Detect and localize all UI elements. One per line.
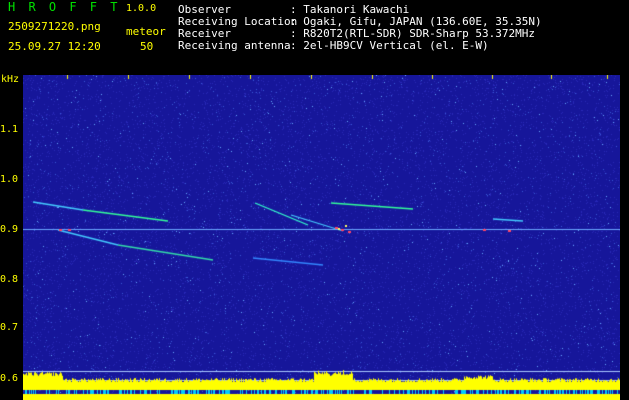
capture-datetime: 25.09.27 12:20 bbox=[8, 40, 101, 53]
y-unit-label: kHz bbox=[1, 74, 20, 85]
y-tick-label: 1.1 bbox=[0, 124, 19, 135]
y-tick-label: 0.6 bbox=[0, 373, 19, 384]
y-tick-label: 1.0 bbox=[0, 174, 19, 185]
antenna-value: : 2el-HB9CV Vertical (el. E-W) bbox=[290, 39, 489, 52]
app-title: H R O F F T bbox=[8, 0, 121, 14]
y-tick-label: 0.7 bbox=[0, 322, 19, 333]
meteor-count: 50 bbox=[140, 40, 154, 53]
meteor-label: meteor bbox=[126, 25, 166, 38]
file-name: 2509271220.png bbox=[8, 20, 101, 33]
header-panel: H R O F F T 1.0.0 2509271220.png meteor … bbox=[0, 0, 629, 62]
y-tick-label: 0.9 bbox=[0, 224, 19, 235]
antenna-label: Receiving antenna bbox=[178, 39, 291, 52]
y-tick-label: 0.8 bbox=[0, 274, 19, 285]
app-version: 1.0.0 bbox=[126, 3, 157, 14]
spectrogram-canvas bbox=[23, 75, 620, 400]
